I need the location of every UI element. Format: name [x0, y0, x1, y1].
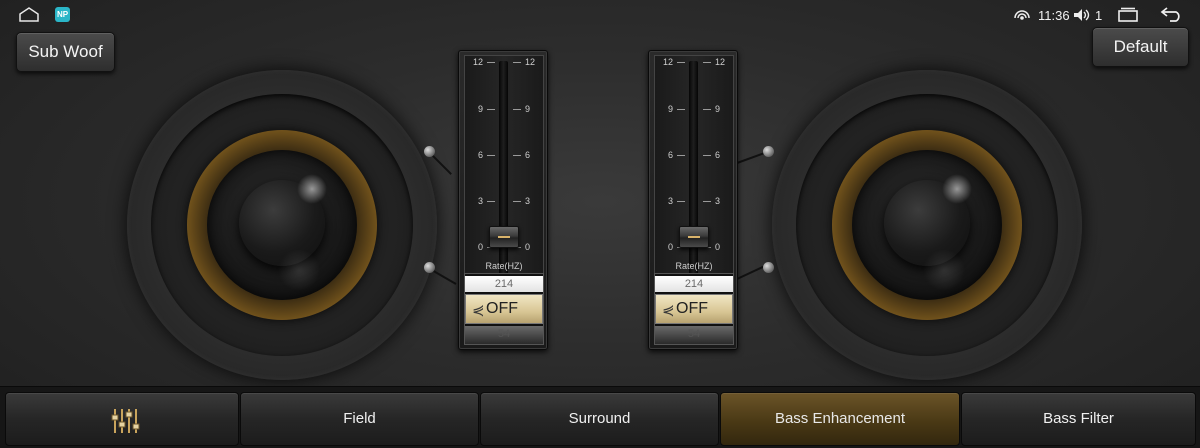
- status-bar: NP 11:36 1: [0, 0, 1200, 30]
- roller-selected[interactable]: ⋞ OFF: [465, 294, 543, 324]
- left-gain-slider[interactable]: 12 12 9 9 6 6 3 3 0 0 Rate(HZ) 214 ⋞ OFF 54: [458, 50, 548, 350]
- rate-roller[interactable]: 214 ⋞ OFF 54: [654, 273, 734, 345]
- volume-level: 1: [1095, 8, 1103, 23]
- tab-bass-enhancement[interactable]: Bass Enhancement: [720, 392, 960, 446]
- tick-label: 6: [667, 150, 673, 160]
- slider-knob[interactable]: [489, 226, 519, 248]
- tab-bass-filter[interactable]: Bass Filter: [961, 392, 1196, 446]
- clock: 11:36: [1038, 8, 1070, 23]
- right-gain-slider[interactable]: 12 12 9 9 6 6 3 3 0 0 Rate(HZ) 214 ⋞ OFF 54: [648, 50, 738, 350]
- bottom-tab-bar: Field Surround Bass Enhancement Bass Fil…: [0, 386, 1200, 448]
- hotspot-icon: [1014, 10, 1030, 20]
- tick-label: 0: [525, 242, 531, 252]
- chevron-left-icon: ⋞: [662, 302, 675, 319]
- roller-value-above[interactable]: 214: [655, 276, 733, 292]
- tick-label: 12: [715, 57, 726, 67]
- tick-label: 12: [472, 57, 483, 67]
- tick-label: 3: [667, 196, 673, 206]
- tab-surround[interactable]: Surround: [480, 392, 719, 446]
- roller-value-above[interactable]: 214: [465, 276, 543, 292]
- tab-field[interactable]: Field: [240, 392, 479, 446]
- tick-label: 0: [667, 242, 673, 252]
- tick-label: 9: [667, 104, 673, 114]
- volume-icon[interactable]: [1073, 8, 1091, 22]
- slider-knob[interactable]: [679, 226, 709, 248]
- connector-stud: [424, 146, 435, 157]
- speaker-wire: [736, 265, 765, 280]
- roller-selected[interactable]: ⋞ OFF: [655, 294, 733, 324]
- tick-label: 9: [477, 104, 483, 114]
- tick-label: 12: [525, 57, 536, 67]
- left-speaker: [127, 70, 437, 380]
- rate-label: Rate(HZ): [675, 261, 713, 271]
- rate-roller[interactable]: 214 ⋞ OFF 54: [464, 273, 544, 345]
- connector-stud: [424, 262, 435, 273]
- tick-label: 0: [715, 242, 721, 252]
- connector-stud: [763, 146, 774, 157]
- roller-value-below[interactable]: 54: [655, 326, 733, 344]
- chevron-left-icon: ⋞: [472, 302, 485, 319]
- tick-label: 3: [525, 196, 531, 206]
- equalizer-icon: [111, 409, 140, 433]
- tick-label: 12: [662, 57, 673, 67]
- tick-label: 3: [715, 196, 721, 206]
- roller-value-below[interactable]: 54: [465, 326, 543, 344]
- tick-label: 6: [525, 150, 531, 160]
- default-button[interactable]: Default: [1092, 27, 1189, 67]
- home-icon[interactable]: [18, 6, 40, 22]
- connector-stud: [763, 262, 774, 273]
- rate-label: Rate(HZ): [485, 261, 523, 271]
- tab-equalizer[interactable]: [5, 392, 239, 446]
- tick-label: 3: [477, 196, 483, 206]
- right-speaker: [772, 70, 1082, 380]
- app-icon[interactable]: NP: [55, 7, 70, 22]
- tick-label: 0: [477, 242, 483, 252]
- tick-label: 6: [477, 150, 483, 160]
- recent-apps-icon[interactable]: [1117, 7, 1139, 22]
- sub-woof-button[interactable]: Sub Woof: [16, 32, 115, 72]
- tick-label: 9: [715, 104, 721, 114]
- speaker-wire: [736, 151, 766, 164]
- tick-label: 9: [525, 104, 531, 114]
- back-icon[interactable]: [1160, 6, 1184, 22]
- tick-label: 6: [715, 150, 721, 160]
